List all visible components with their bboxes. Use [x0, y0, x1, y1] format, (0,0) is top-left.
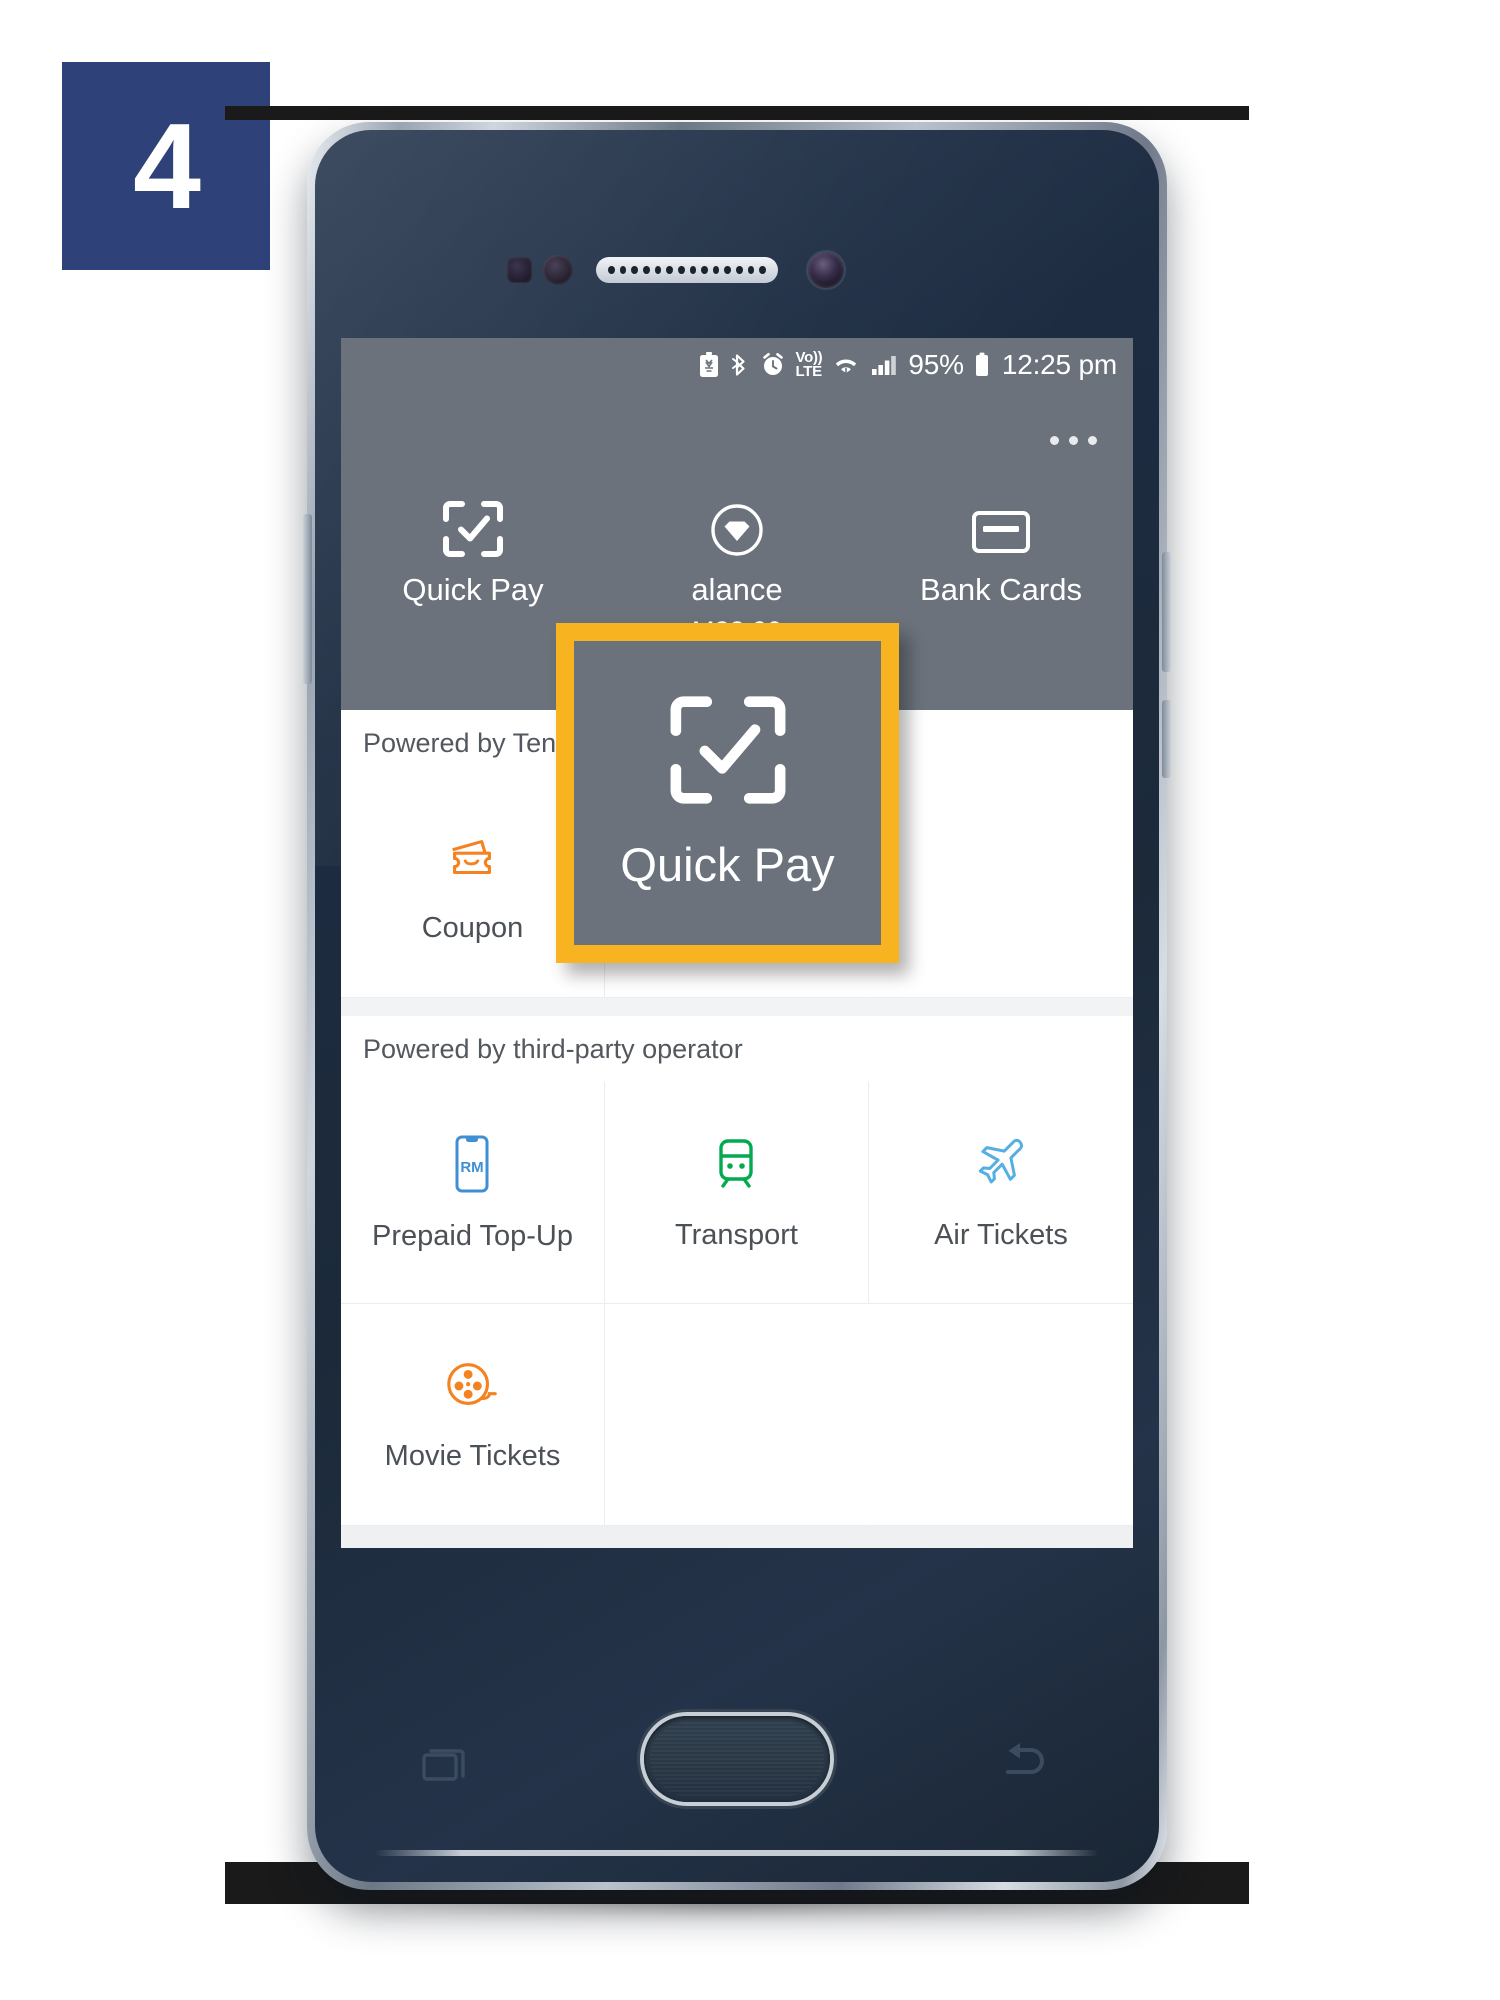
volte-bottom-text: LTE	[795, 363, 823, 380]
service-cell-empty	[868, 776, 1133, 998]
header-tile-label: Bank Cards	[920, 572, 1082, 607]
diamond-balance-icon	[709, 496, 765, 558]
service-item-label: Movie Tickets	[384, 1439, 561, 1472]
signal-icon	[870, 351, 898, 379]
header-tile-bank-cards[interactable]: Bank Cards	[869, 496, 1133, 647]
phone-base-plate-top	[225, 106, 1249, 120]
battery-full-icon	[974, 351, 990, 379]
home-button[interactable]	[644, 1716, 830, 1802]
service-item-air-tickets[interactable]: Air Tickets	[868, 1082, 1133, 1304]
header-tile-label: Quick Pay	[402, 572, 544, 607]
screenshot-root: 4 Vo)) LTE 95% 12:25 pm Quick Pay alance…	[0, 0, 1500, 2000]
iris-sensor-icon	[507, 257, 532, 283]
phone-front-panel: Vo)) LTE 95% 12:25 pm Quick Pay alance B…	[315, 130, 1159, 1882]
credit-card-icon	[970, 496, 1032, 558]
service-grid-third-party: RM Prepaid Top-Up Transport Air Tickets …	[341, 1082, 1133, 1526]
scan-quick-pay-icon	[667, 694, 789, 811]
volume-button[interactable]	[303, 514, 312, 684]
hardware-nav-bar	[315, 1710, 1159, 1830]
scan-quick-pay-icon	[442, 496, 504, 558]
film-reel-icon	[442, 1357, 502, 1420]
airplane-icon	[970, 1134, 1032, 1199]
section-title-third-party: Powered by third-party operator	[341, 1016, 1133, 1082]
power-button[interactable]	[1162, 552, 1171, 672]
phone-device: Vo)) LTE 95% 12:25 pm Quick Pay alance B…	[225, 106, 1249, 1906]
earpiece-speaker	[596, 257, 778, 283]
proximity-sensor-icon	[543, 255, 573, 285]
service-item-label: Coupon	[421, 911, 524, 944]
bixby-button[interactable]	[1162, 700, 1171, 778]
battery-saver-icon	[698, 351, 720, 379]
phone-top-hardware	[315, 252, 1159, 288]
quick-pay-highlight-callout[interactable]: Quick Pay	[556, 623, 899, 963]
service-item-label: Prepaid Top-Up	[372, 1219, 573, 1252]
quick-pay-highlight-label: Quick Pay	[620, 838, 835, 891]
service-item-label: Transport	[674, 1218, 798, 1251]
more-options-icon[interactable]	[1050, 436, 1097, 445]
alarm-icon	[760, 351, 786, 379]
coupon-ticket-icon	[441, 829, 503, 892]
train-transport-icon	[708, 1134, 764, 1199]
service-item-label: Air Tickets	[934, 1218, 1068, 1251]
step-number-text: 4	[133, 98, 201, 234]
front-camera-icon	[808, 252, 844, 288]
prepaid-phone-rm-icon: RM	[449, 1133, 495, 1200]
service-item-movie-tickets[interactable]: Movie Tickets	[341, 1304, 605, 1526]
bluetooth-icon	[730, 351, 750, 379]
phone-chin-seam	[375, 1850, 1099, 1856]
service-cell-empty	[868, 1304, 1133, 1526]
wifi-icon	[832, 351, 860, 379]
service-item-transport[interactable]: Transport	[604, 1082, 869, 1304]
phone-screen: Vo)) LTE 95% 12:25 pm Quick Pay alance B…	[341, 338, 1133, 1548]
service-cell-empty	[604, 1304, 869, 1526]
header-tile-label: alance	[691, 572, 783, 607]
content-bottom-filler	[341, 1526, 1133, 1548]
battery-percent-text: 95%	[908, 349, 964, 380]
svg-text:RM: RM	[461, 1159, 484, 1176]
status-bar: Vo)) LTE 95% 12:25 pm	[341, 338, 1133, 392]
service-item-prepaid-top-up[interactable]: RM Prepaid Top-Up	[341, 1082, 605, 1304]
step-number-badge: 4	[62, 62, 270, 270]
volte-icon: Vo)) LTE	[795, 350, 823, 380]
status-bar-clock: 12:25 pm	[1001, 349, 1117, 380]
section-divider	[341, 998, 1133, 1016]
recents-icon[interactable]	[421, 1740, 473, 1793]
back-icon[interactable]	[999, 1740, 1055, 1791]
